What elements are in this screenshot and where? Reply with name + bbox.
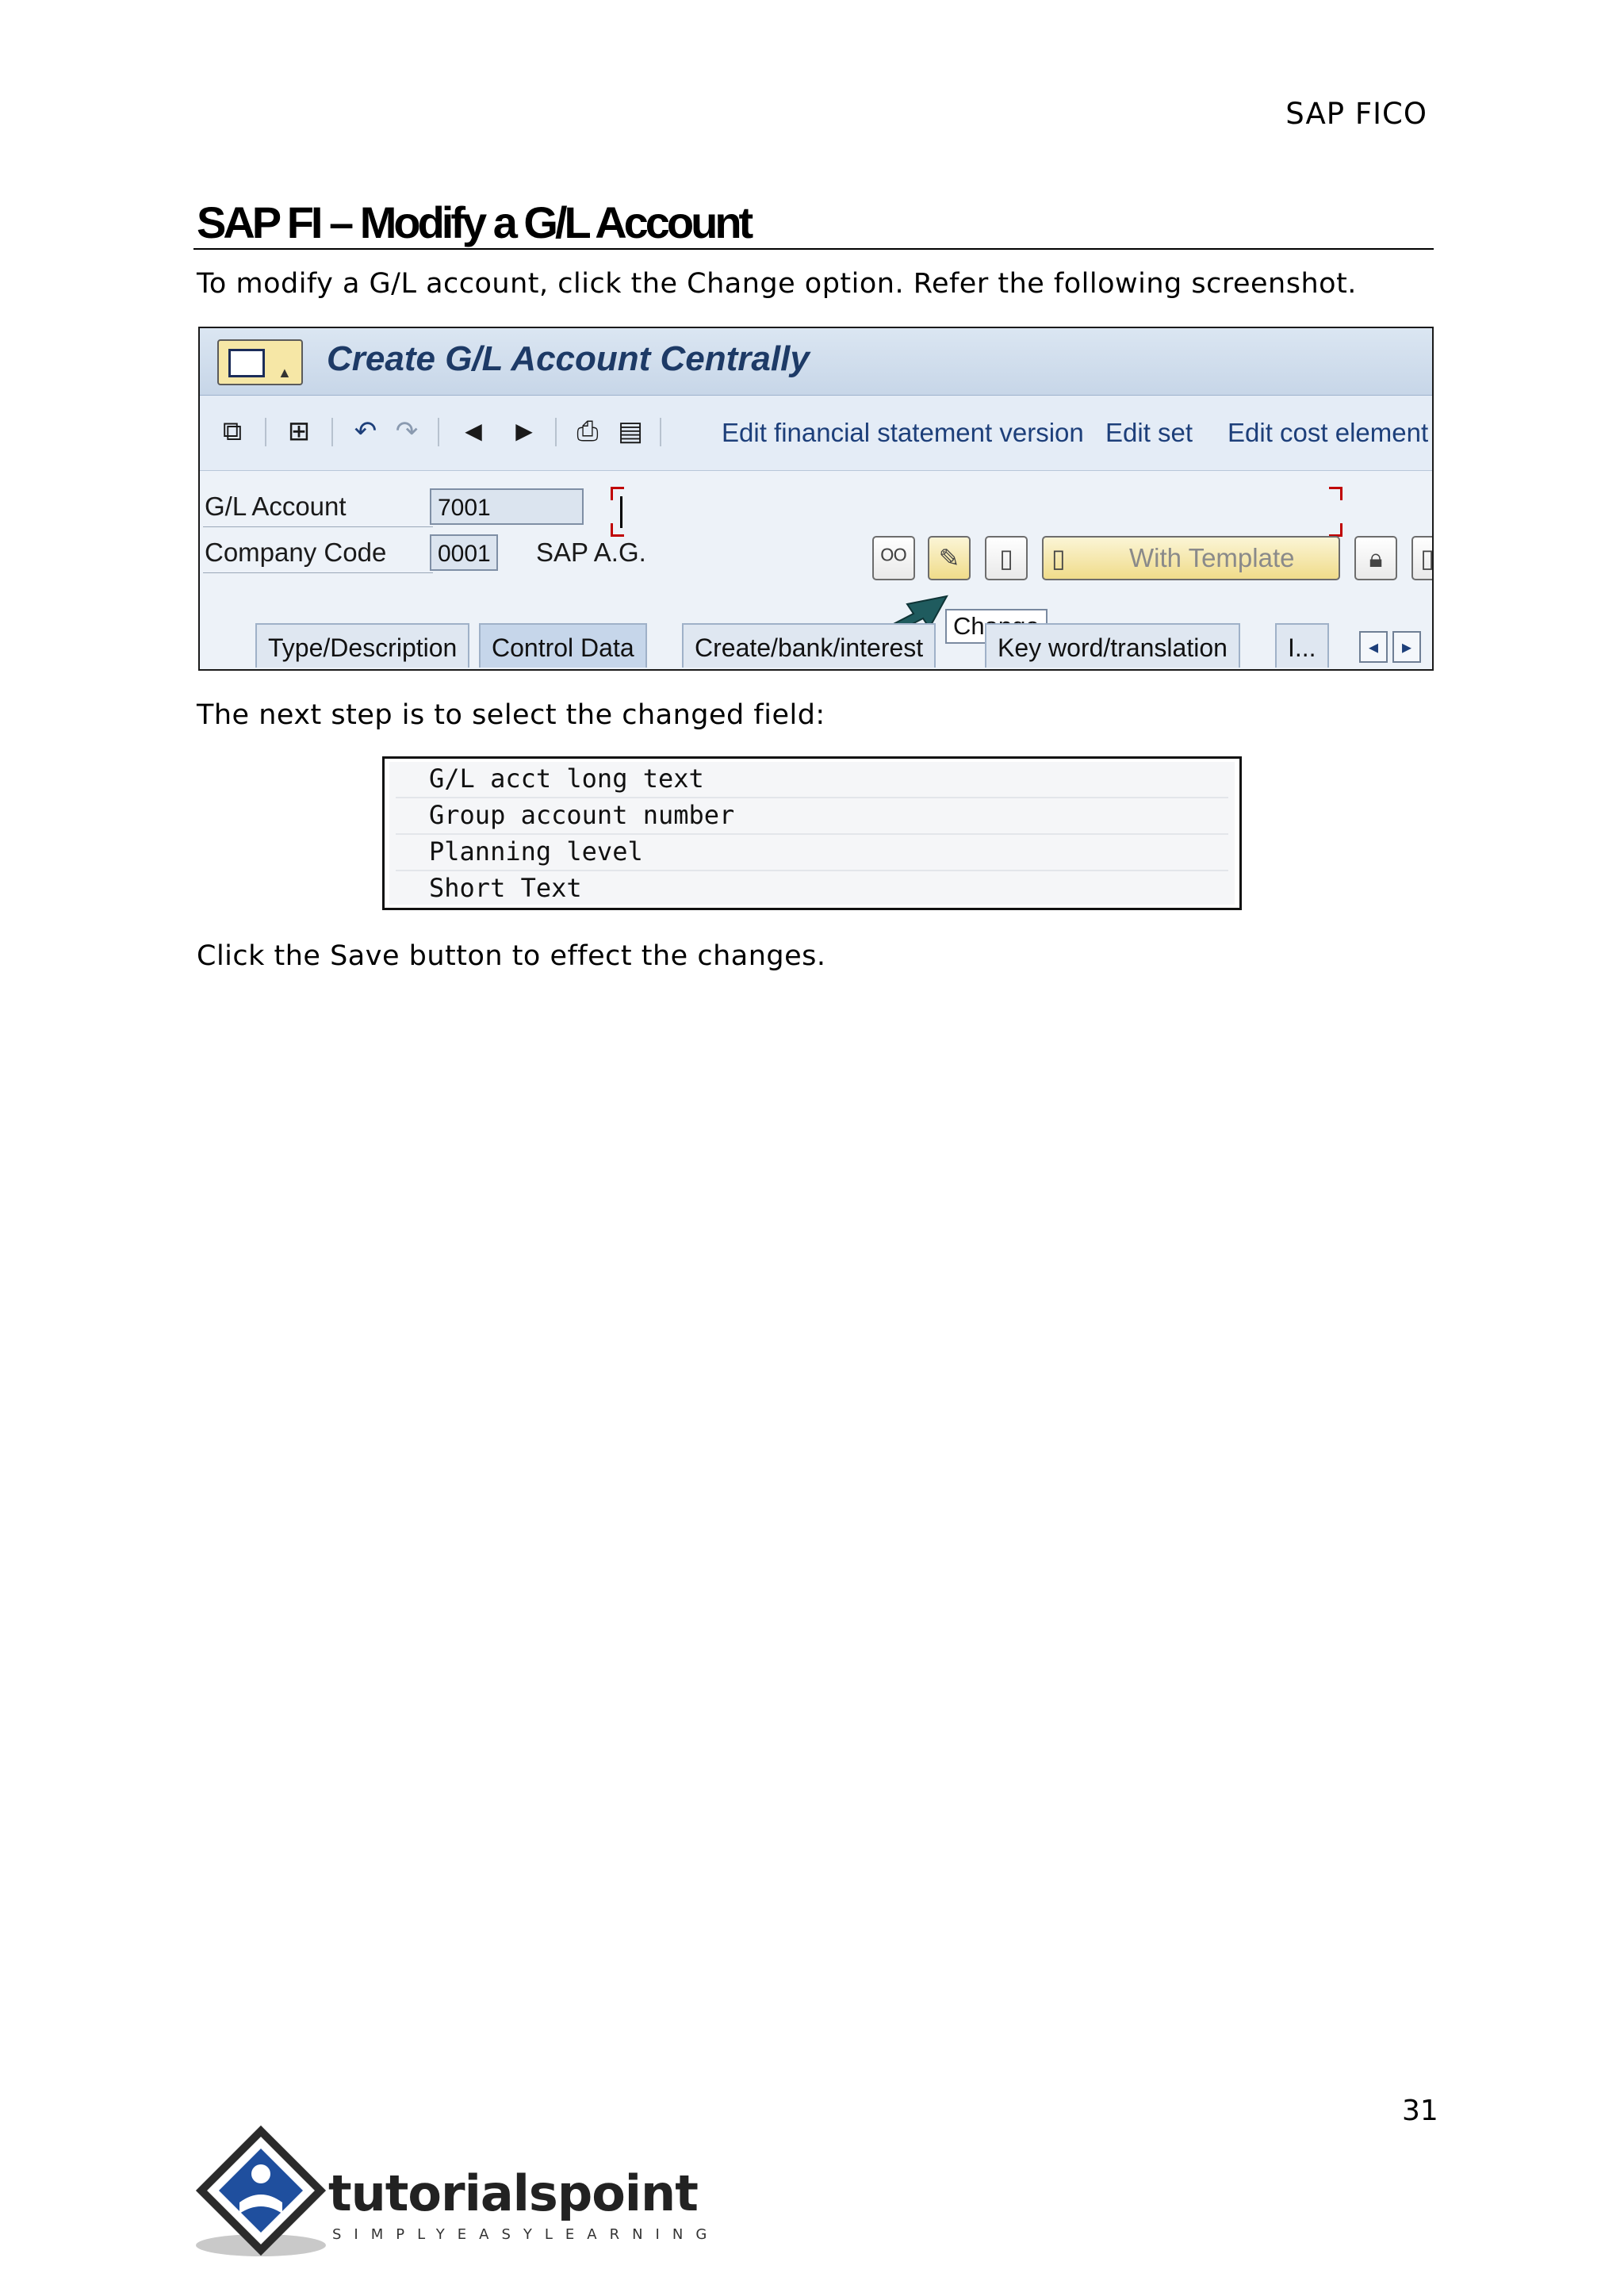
logo-tagline: SIMPLYEASYLEARNING (332, 2226, 720, 2243)
list-divider (396, 833, 1228, 835)
sap-toolbar: ⧉ ⊞ ↶ ↷ ◀ ▶ ⎙ ▤ Edit financial statement… (200, 396, 1432, 471)
tab-create-bank-interest[interactable]: Create/bank/interest (682, 623, 936, 668)
forward-icon[interactable]: ↷ (392, 416, 422, 446)
field-marker (1329, 487, 1342, 500)
list-item[interactable]: Group account number (429, 800, 734, 830)
delete-icon[interactable]: ▯ (1411, 536, 1432, 580)
page-number: 31 (1402, 2095, 1438, 2127)
field-list-body: G/L acct long text Group account number … (389, 762, 1235, 905)
toolbar-separator (660, 418, 661, 446)
step2-paragraph: The next step is to select the changed f… (197, 699, 825, 731)
company-name: SAP A.G. (536, 538, 646, 567)
label-underline (203, 572, 433, 573)
new-document-icon[interactable]: ▯ (985, 536, 1028, 580)
text-cursor (620, 496, 622, 528)
intro-paragraph: To modify a G/L account, click the Chang… (197, 268, 1357, 300)
list-divider (396, 797, 1228, 798)
changed-field-list: G/L acct long text Group account number … (382, 756, 1242, 910)
list-item[interactable]: Short Text (429, 873, 582, 903)
with-template-button[interactable]: ▯ With Template (1042, 536, 1340, 580)
title-rule (193, 248, 1434, 250)
tutorialspoint-logo: tutorialspoint SIMPLYEASYLEARNING (193, 2125, 707, 2260)
company-code-label: Company Code (205, 538, 387, 567)
tab-control-data[interactable]: Control Data (479, 623, 647, 668)
back-icon[interactable]: ↶ (350, 416, 381, 446)
tab-scroll-right-icon[interactable]: ▸ (1392, 631, 1421, 663)
list-item[interactable]: Planning level (429, 836, 643, 867)
list-divider (396, 870, 1228, 871)
tab-scroll-left-icon[interactable]: ◂ (1359, 631, 1388, 663)
sap-tabstrip: Type/Description Control Data Create/ban… (200, 623, 1432, 669)
running-header: SAP FICO (1285, 97, 1427, 131)
lock-icon[interactable]: 🔒︎ (1354, 536, 1397, 580)
print-icon[interactable]: ⎙ (573, 416, 603, 446)
label-underline (203, 526, 433, 527)
menu-icon[interactable]: ▲ (217, 339, 303, 385)
tab-keyword-translation[interactable]: Key word/translation (985, 623, 1240, 668)
logo-emblem-icon (195, 2125, 327, 2256)
next-icon[interactable]: ▶ (509, 416, 539, 446)
sap-screenshot: ▲ Create G/L Account Centrally ⧉ ⊞ ↶ ↷ ◀… (198, 327, 1434, 671)
toolbar-separator (331, 418, 333, 446)
with-template-label: With Template (1129, 543, 1295, 572)
field-marker (1329, 523, 1342, 537)
company-code-field[interactable]: 0001 (430, 534, 498, 571)
change-pencil-icon[interactable]: ✎ (928, 536, 971, 580)
edit-fs-version-link[interactable]: Edit financial statement version (722, 418, 1084, 448)
toolbar-separator (438, 418, 439, 446)
gl-account-label: G/L Account (205, 492, 347, 521)
logo-wordmark: tutorialspoint (328, 2164, 699, 2222)
create-icon[interactable]: ⧉ (217, 416, 247, 446)
document-icon[interactable]: ▤ (615, 416, 645, 446)
tab-more[interactable]: I... (1275, 623, 1329, 668)
page-title: SAP FI – Modify a G/L Account (197, 197, 753, 247)
toolbar-separator (265, 418, 266, 446)
gl-account-field[interactable]: 7001 (430, 488, 584, 525)
prev-icon[interactable]: ◀ (458, 416, 488, 446)
edit-cost-element-link[interactable]: Edit cost element (1228, 418, 1428, 448)
edit-set-link[interactable]: Edit set (1105, 418, 1193, 448)
template-document-icon: ▯ (1051, 544, 1066, 572)
sap-title-bar: ▲ Create G/L Account Centrally (200, 328, 1432, 396)
tab-type-description[interactable]: Type/Description (255, 623, 470, 668)
toolbar-separator (555, 418, 557, 446)
sap-window-title: Create G/L Account Centrally (327, 339, 810, 378)
list-item[interactable]: G/L acct long text (429, 763, 704, 794)
step3-paragraph: Click the Save button to effect the chan… (197, 940, 826, 972)
display-glasses-icon[interactable]: ᴼᴼ (872, 536, 915, 580)
hierarchy-icon[interactable]: ⊞ (284, 416, 314, 446)
